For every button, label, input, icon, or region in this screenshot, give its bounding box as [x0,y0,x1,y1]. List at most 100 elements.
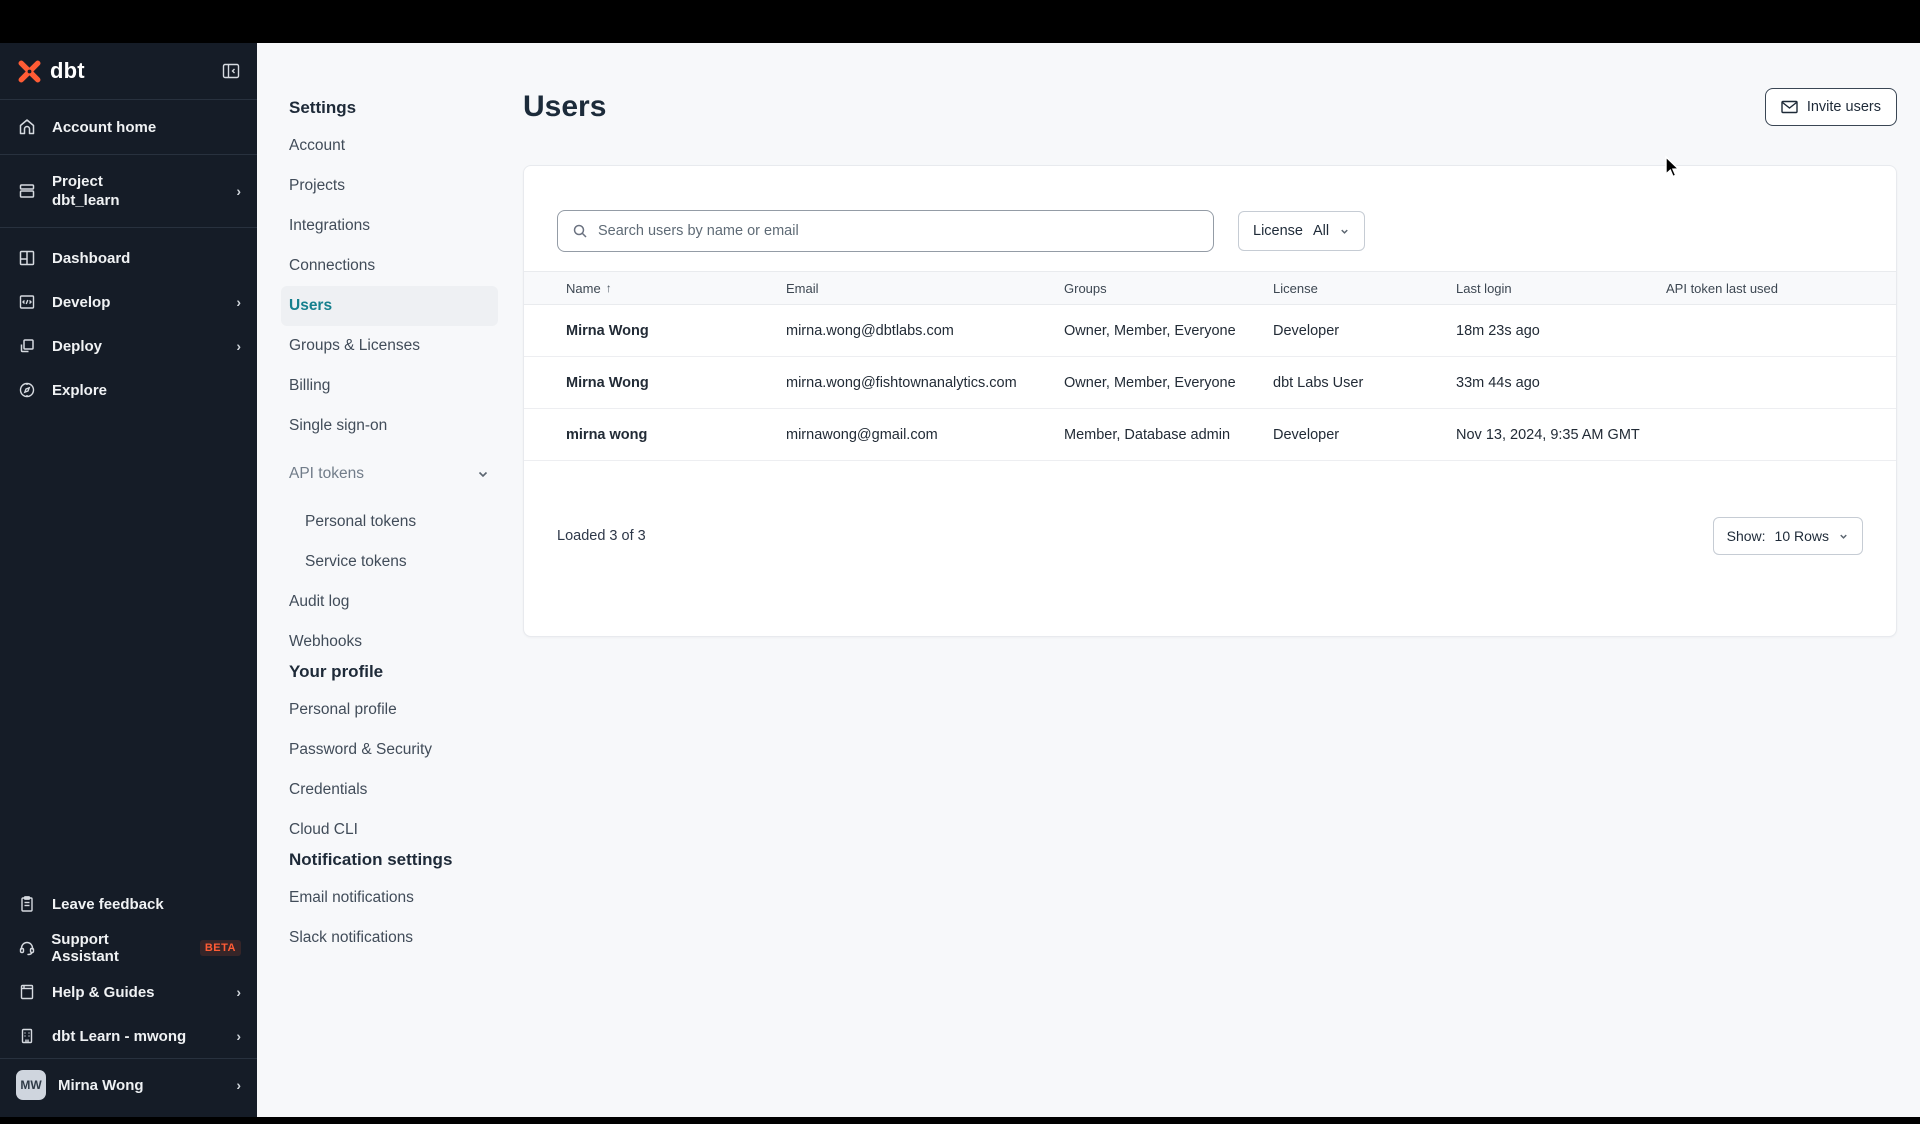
table-row[interactable]: Mirna Wong mirna.wong@fishtownanalytics.… [524,357,1896,409]
invite-users-button[interactable]: Invite users [1764,88,1897,126]
settings-nav-service-tokens[interactable]: Service tokens [281,542,498,582]
chevron-right-icon: › [236,1077,241,1093]
sidebar-item-leave-feedback[interactable]: Leave feedback [0,882,257,926]
show-value: 10 Rows [1774,528,1829,544]
settings-nav-personal-profile[interactable]: Personal profile [281,690,498,730]
sidebar-item-label: Dashboard [52,249,131,267]
settings-nav-credentials[interactable]: Credentials [281,770,498,810]
sidebar-item-dashboard[interactable]: Dashboard [0,236,257,280]
settings-nav-account[interactable]: Account [281,126,498,166]
chevron-right-icon: › [236,183,241,199]
sort-ascending-icon: ↑ [605,281,612,295]
sidebar-item-explore[interactable]: Explore [0,368,257,412]
collapse-sidebar-icon[interactable] [221,61,241,81]
settings-nav-slack-notifications[interactable]: Slack notifications [281,918,498,958]
column-header-name[interactable]: Name ↑ [566,281,786,296]
settings-nav-api-tokens[interactable]: API tokens [281,454,498,494]
sidebar-user-menu[interactable]: MW Mirna Wong › [0,1059,257,1111]
cell-last-login: Nov 13, 2024, 9:35 AM GMT [1456,426,1640,443]
chevron-down-icon [476,467,490,481]
sidebar-item-label: Support Assistant [51,931,119,965]
chevron-down-icon [1838,531,1849,542]
sidebar-item-label: Help & Guides [52,983,155,1001]
settings-nav-users[interactable]: Users [281,286,498,326]
search-icon [572,223,588,239]
headset-icon [16,938,37,958]
top-window-bar [0,0,1920,43]
column-header-license[interactable]: License [1273,281,1456,296]
sidebar-item-project[interactable]: Project dbt_learn › [0,155,257,227]
table-row[interactable]: mirna wong mirnawong@gmail.com Member, D… [524,409,1896,461]
cell-name: Mirna Wong [566,374,649,391]
home-icon [16,117,38,137]
settings-nav-personal-tokens[interactable]: Personal tokens [281,502,498,542]
sidebar-item-label: dbt Learn - mwong [52,1027,187,1045]
settings-nav-password-security[interactable]: Password & Security [281,730,498,770]
loaded-count-text: Loaded 3 of 3 [557,528,646,544]
settings-nav-single-sign-on[interactable]: Single sign-on [281,406,498,446]
cell-groups: Owner, Member, Everyone [1064,322,1236,339]
profile-heading: Your profile [289,662,384,681]
avatar: MW [16,1070,46,1100]
cell-last-login: 33m 44s ago [1456,374,1540,391]
cell-groups: Member, Database admin [1064,426,1231,443]
cell-groups: Owner, Member, Everyone [1064,374,1236,391]
sidebar-item-label: Deploy [52,337,103,355]
sidebar-item-support-assistant[interactable]: Support Assistant BETA [0,926,257,970]
settings-nav-connections[interactable]: Connections [281,246,498,286]
sidebar-item-label: Account home [52,118,157,136]
cell-license: Developer [1273,322,1340,339]
sidebar-item-account-switcher[interactable]: dbt Learn - mwong › [0,1014,257,1058]
settings-nav-billing[interactable]: Billing [281,366,498,406]
sidebar-item-develop[interactable]: Develop › [0,280,257,324]
envelope-icon [1781,100,1798,114]
page-title: Users [523,90,607,123]
sidebar-item-account-home[interactable]: Account home [0,100,257,154]
settings-nav-projects[interactable]: Projects [281,166,498,206]
rows-per-page-dropdown[interactable]: Show: 10 Rows [1712,517,1863,555]
license-filter-dropdown[interactable]: License All [1238,211,1366,251]
show-label: Show: [1726,528,1766,544]
sidebar-logo-row: dbt [0,43,257,99]
settings-nav-audit-log[interactable]: Audit log [281,582,498,622]
cell-email: mirnawong@gmail.com [786,426,938,443]
app-sidebar: dbt Account home Project dbt_learn › Das… [0,43,257,1117]
sidebar-item-label: Project [52,172,103,190]
settings-nav-webhooks[interactable]: Webhooks [281,622,498,662]
develop-code-icon [16,292,38,312]
settings-nav-cloud-cli[interactable]: Cloud CLI [281,810,498,850]
settings-nav-integrations[interactable]: Integrations [281,206,498,246]
dbt-logo[interactable]: dbt [16,58,85,85]
explore-compass-icon [16,380,38,400]
sidebar-item-label: Explore [52,381,108,399]
table-header-row: Name ↑ Email Groups License Last login A… [524,271,1896,305]
license-filter-value: All [1312,223,1330,239]
feedback-clipboard-icon [16,894,38,914]
table-row[interactable]: Mirna Wong mirna.wong@dbtlabs.com Owner,… [524,305,1896,357]
cell-name: mirna wong [566,426,648,443]
settings-nav: Settings Account Projects Integrations C… [281,98,498,958]
settings-nav-email-notifications[interactable]: Email notifications [281,878,498,918]
sidebar-item-deploy[interactable]: Deploy › [0,324,257,368]
settings-nav-groups-licenses[interactable]: Groups & Licenses [281,326,498,366]
chevron-right-icon: › [236,294,241,310]
column-header-last-login[interactable]: Last login [1456,281,1666,296]
column-header-email[interactable]: Email [786,281,1064,296]
beta-badge: BETA [199,940,241,956]
sidebar-item-help-guides[interactable]: Help & Guides › [0,970,257,1014]
column-header-groups[interactable]: Groups [1064,281,1273,296]
dbt-logo-text: dbt [50,58,85,83]
chevron-right-icon: › [236,984,241,1000]
license-filter-label: License [1253,223,1303,239]
column-header-api-token[interactable]: API token last used [1666,281,1896,296]
settings-nav-heading: Settings [289,98,357,117]
cell-license: Developer [1273,426,1340,443]
invite-users-label: Invite users [1806,99,1881,115]
user-name: Mirna Wong [58,1076,144,1094]
search-users-input[interactable] [598,223,1199,239]
project-box-icon [16,181,38,201]
cell-name: Mirna Wong [566,322,649,339]
dbt-logo-icon [18,59,41,83]
cell-email: mirna.wong@fishtownanalytics.com [786,374,1017,391]
notification-settings-heading: Notification settings [289,850,453,869]
